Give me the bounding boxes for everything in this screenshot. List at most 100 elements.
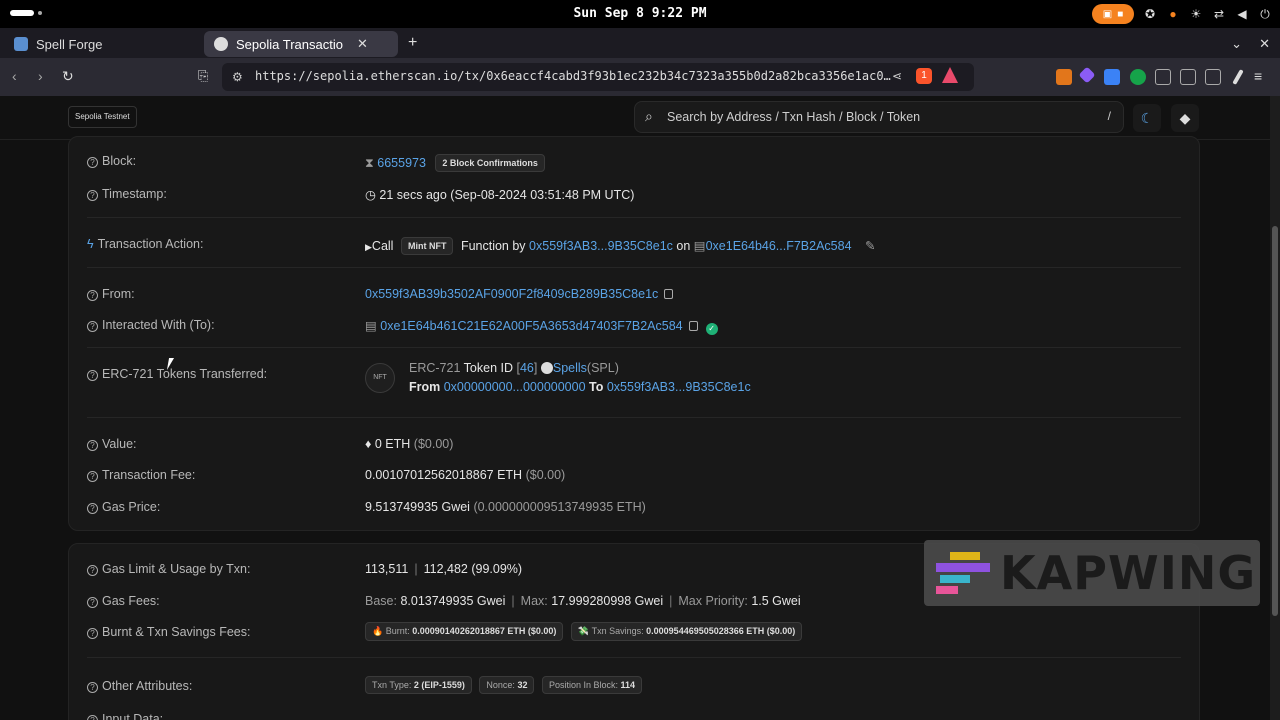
tab-spell-forge[interactable]: Spell Forge: [4, 31, 112, 57]
copy-icon[interactable]: [688, 321, 698, 331]
transaction-action-label: ϟ Transaction Action:: [87, 237, 204, 251]
burnt-badge: 🔥 Burnt: 0.00090140262018867 ETH ($0.00): [365, 622, 564, 641]
edit-extension-icon[interactable]: [1104, 69, 1120, 85]
savings-badge: 💸 Txn Savings: 0.000954469505028366 ETH …: [570, 622, 803, 641]
menu-icon[interactable]: ≡: [1254, 68, 1262, 84]
erc721-from-link[interactable]: 0x00000000...000000000: [444, 380, 586, 394]
metamask-extension-icon[interactable]: [1056, 69, 1072, 85]
token-id-link[interactable]: 46: [520, 361, 534, 375]
block-row: ? Block: ⧗ 6655973 2 Block Confirmations: [87, 154, 1181, 174]
network-badge[interactable]: Sepolia Testnet: [68, 106, 137, 128]
gas-price-label: ? Gas Price:: [87, 500, 160, 514]
nft-placeholder-icon: NFT: [365, 363, 395, 393]
etherscan-favicon-icon: [214, 37, 228, 51]
confirmations-badge: 2 Block Confirmations: [435, 154, 545, 172]
tab-list-chevron-icon[interactable]: ⌄: [1231, 36, 1242, 52]
close-tab-icon[interactable]: ✕: [357, 36, 368, 52]
other-attributes-value: Txn Type: 2 (EIP-1559) Nonce: 32 Positio…: [365, 676, 643, 694]
divider: [87, 267, 1181, 268]
ethereum-network-icon[interactable]: ◆: [1171, 104, 1199, 132]
volume-icon[interactable]: ◀: [1235, 7, 1249, 21]
microphone-icon[interactable]: ●: [1166, 7, 1180, 21]
grammarly-extension-icon[interactable]: [1130, 69, 1146, 85]
block-number-link[interactable]: 6655973: [377, 156, 426, 170]
close-window-icon[interactable]: ✕: [1259, 36, 1270, 52]
wallet-icon[interactable]: [1205, 69, 1221, 85]
help-icon[interactable]: ?: [87, 290, 98, 301]
help-icon[interactable]: ?: [87, 471, 98, 482]
network-icon[interactable]: ⇄: [1212, 7, 1226, 21]
address-bar[interactable]: ⚙ https://sepolia.etherscan.io/tx/0x6eac…: [222, 63, 974, 91]
transaction-action-value: ▶Call Mint NFT Function by 0x559f3AB3...…: [365, 237, 876, 255]
search-input[interactable]: Search by Address / Txn Hash / Block / T…: [667, 110, 920, 124]
system-clock[interactable]: Sun Sep 8 9:22 PM: [0, 6, 1280, 21]
power-icon[interactable]: ⏻: [1258, 7, 1272, 21]
dark-mode-moon-icon[interactable]: ☾: [1133, 104, 1161, 132]
erc721-label: ? ERC-721 Tokens Transferred:: [87, 367, 267, 381]
txn-type-badge: Txn Type: 2 (EIP-1559): [365, 676, 472, 694]
transaction-fee-value: 0.00107012562018867 ETH ($0.00): [365, 468, 566, 482]
input-data-label: ?Input Data:: [87, 712, 163, 720]
search-box[interactable]: ⌕ Search by Address / Txn Hash / Block /…: [634, 101, 1124, 133]
sidebar-toggle-icon[interactable]: [1180, 69, 1196, 85]
forward-icon[interactable]: ›: [38, 68, 43, 84]
spell-forge-favicon-icon: [14, 37, 28, 51]
help-icon[interactable]: ?: [87, 370, 98, 381]
from-address-link[interactable]: 0x559f3AB39b3502AF0900F2f8409cB289B35C8e…: [365, 287, 658, 301]
nonce-badge: Nonce: 32: [479, 676, 535, 694]
share-icon[interactable]: ⋖: [892, 69, 902, 83]
system-tray: ▣ ■ ✪ ● ☀ ⇄ ◀ ⏻: [1092, 4, 1272, 24]
site-security-icon[interactable]: ⚙: [232, 70, 243, 84]
spells-token-icon: [540, 362, 553, 374]
tab-sepolia-transaction[interactable]: Sepolia Transactio ✕: [204, 31, 398, 57]
help-icon[interactable]: ?: [87, 440, 98, 451]
reload-icon[interactable]: ↻: [62, 68, 74, 85]
extensions-puzzle-icon[interactable]: [1155, 69, 1171, 85]
token-name-link[interactable]: Spells: [553, 361, 587, 375]
erc721-to-link[interactable]: 0x559f3AB3...9B35C8e1c: [607, 380, 751, 394]
value-amount: ♦ 0 ETH ($0.00): [365, 437, 454, 451]
function-by-text: Function by: [460, 239, 526, 253]
from-value: 0x559f3AB39b3502AF0900F2f8409cB289B35C8e…: [365, 287, 674, 301]
page-scrollbar[interactable]: [1270, 96, 1280, 720]
copy-icon[interactable]: [664, 289, 674, 299]
new-tab-icon[interactable]: +: [408, 34, 417, 52]
screen-record-indicator[interactable]: ▣ ■: [1092, 4, 1134, 24]
hourglass-icon: ⧗: [365, 156, 374, 170]
purple-extension-icon[interactable]: [1078, 66, 1096, 84]
edit-pen-icon[interactable]: [1232, 69, 1244, 85]
contract-file-icon: ▤: [365, 319, 377, 333]
help-icon[interactable]: ?: [87, 565, 98, 576]
bookmark-icon[interactable]: ⎘: [198, 68, 208, 84]
divider: [87, 217, 1181, 218]
transaction-overview-card: ? Block: ⧗ 6655973 2 Block Confirmations …: [68, 136, 1200, 531]
help-icon[interactable]: ?: [87, 628, 98, 639]
to-address-link[interactable]: 0xe1E64b461C21E62A00F5A3653d47403F7B2Ac5…: [380, 319, 682, 333]
help-icon[interactable]: ?: [87, 503, 98, 514]
accessibility-icon[interactable]: ✪: [1143, 7, 1157, 21]
url-text[interactable]: https://sepolia.etherscan.io/tx/0x6eaccf…: [255, 69, 891, 83]
other-attributes-label: ? Other Attributes:: [87, 679, 192, 693]
brave-shields-icon[interactable]: 1: [916, 68, 932, 84]
fire-icon: 🔥: [372, 626, 384, 636]
clock-icon: ◷: [365, 188, 376, 202]
token-symbol: (SPL): [586, 361, 619, 375]
back-icon[interactable]: ‹: [12, 68, 17, 84]
help-icon[interactable]: ?: [87, 715, 98, 720]
contract-address-link[interactable]: 0xe1E64b46...F7B2Ac584: [706, 239, 852, 253]
search-icon: ⌕: [645, 108, 653, 124]
gas-limit-value: 113,511 | 112,482 (99.09%): [365, 562, 523, 576]
pencil-icon[interactable]: ✎: [865, 239, 875, 253]
caller-address-link[interactable]: 0x559f3AB3...9B35C8e1c: [529, 239, 673, 253]
interacted-with-value: ▤ 0xe1E64b461C21E62A00F5A3653d47403F7B2A…: [365, 318, 718, 335]
brightness-icon[interactable]: ☀: [1189, 7, 1203, 21]
scrollbar-thumb[interactable]: [1272, 226, 1278, 616]
help-icon[interactable]: ?: [87, 157, 98, 168]
help-icon[interactable]: ?: [87, 682, 98, 693]
help-icon[interactable]: ?: [87, 597, 98, 608]
help-icon[interactable]: ?: [87, 190, 98, 201]
help-icon[interactable]: ?: [87, 321, 98, 332]
caret-right-icon: ▶: [365, 242, 372, 252]
divider: [87, 657, 1181, 658]
brave-rewards-icon[interactable]: [942, 67, 958, 83]
